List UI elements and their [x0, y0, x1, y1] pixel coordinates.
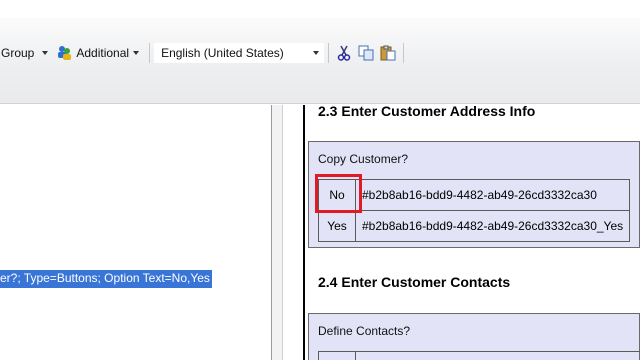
section-title-2-3: 2.3 Enter Customer Address Info	[318, 103, 536, 119]
toolbar-separator	[403, 43, 405, 63]
question-label: Define Contacts?	[318, 324, 411, 338]
group-label: Group	[1, 46, 35, 60]
copy-icon[interactable]	[357, 44, 375, 62]
option-yes-target: #b2b8ab16-bdd9-4482-ab49-26cd3332ca30_Ye…	[354, 210, 631, 242]
section-title-2-4: 2.4 Enter Customer Contacts	[318, 274, 511, 290]
additional-dropdown[interactable]: Additional	[54, 42, 145, 64]
options-table: No #b2b8ab16-bdd9-4482-ab49-26cd3332ca30…	[318, 179, 631, 242]
options-table-partial	[318, 351, 640, 360]
ribbon-toolbar: Group Additional English (United States)	[0, 18, 640, 104]
language-select[interactable]: English (United States)	[154, 43, 325, 63]
cut-icon[interactable]	[335, 44, 353, 62]
toolbar-separator	[328, 43, 330, 63]
table-cell-divider	[355, 352, 356, 360]
window-top-band	[0, 0, 640, 18]
chevron-down-icon	[42, 51, 49, 55]
chevron-down-icon	[133, 51, 140, 55]
toolbar-separator	[149, 43, 151, 63]
toolbar-row: Group Additional English (United States)	[0, 40, 408, 66]
group-dropdown[interactable]: Group	[0, 42, 54, 64]
paste-icon[interactable]	[379, 44, 397, 62]
table-row: No #b2b8ab16-bdd9-4482-ab49-26cd3332ca30	[318, 179, 631, 211]
option-yes-button[interactable]: Yes	[318, 210, 356, 242]
option-no-target: #b2b8ab16-bdd9-4482-ab49-26cd3332ca30	[354, 179, 631, 211]
page-left-border	[303, 105, 305, 360]
table-row: Yes #b2b8ab16-bdd9-4482-ab49-26cd3332ca3…	[318, 210, 631, 242]
question-label: Copy Customer?	[318, 152, 409, 166]
language-value: English (United States)	[161, 46, 284, 60]
document-preview-pane[interactable]: 2.3 Enter Customer Address Info Copy Cus…	[283, 103, 640, 360]
source-text-pane[interactable]	[0, 105, 272, 360]
additional-label: Additional	[76, 46, 130, 60]
highlight-box	[315, 174, 362, 213]
users-group-icon	[56, 45, 72, 61]
chevron-down-icon	[313, 51, 320, 55]
pane-splitter[interactable]	[272, 105, 283, 360]
define-contacts-box: Define Contacts?	[308, 313, 640, 360]
selected-text-line[interactable]: er?; Type=Buttons; Option Text=No,Yes	[0, 270, 212, 288]
